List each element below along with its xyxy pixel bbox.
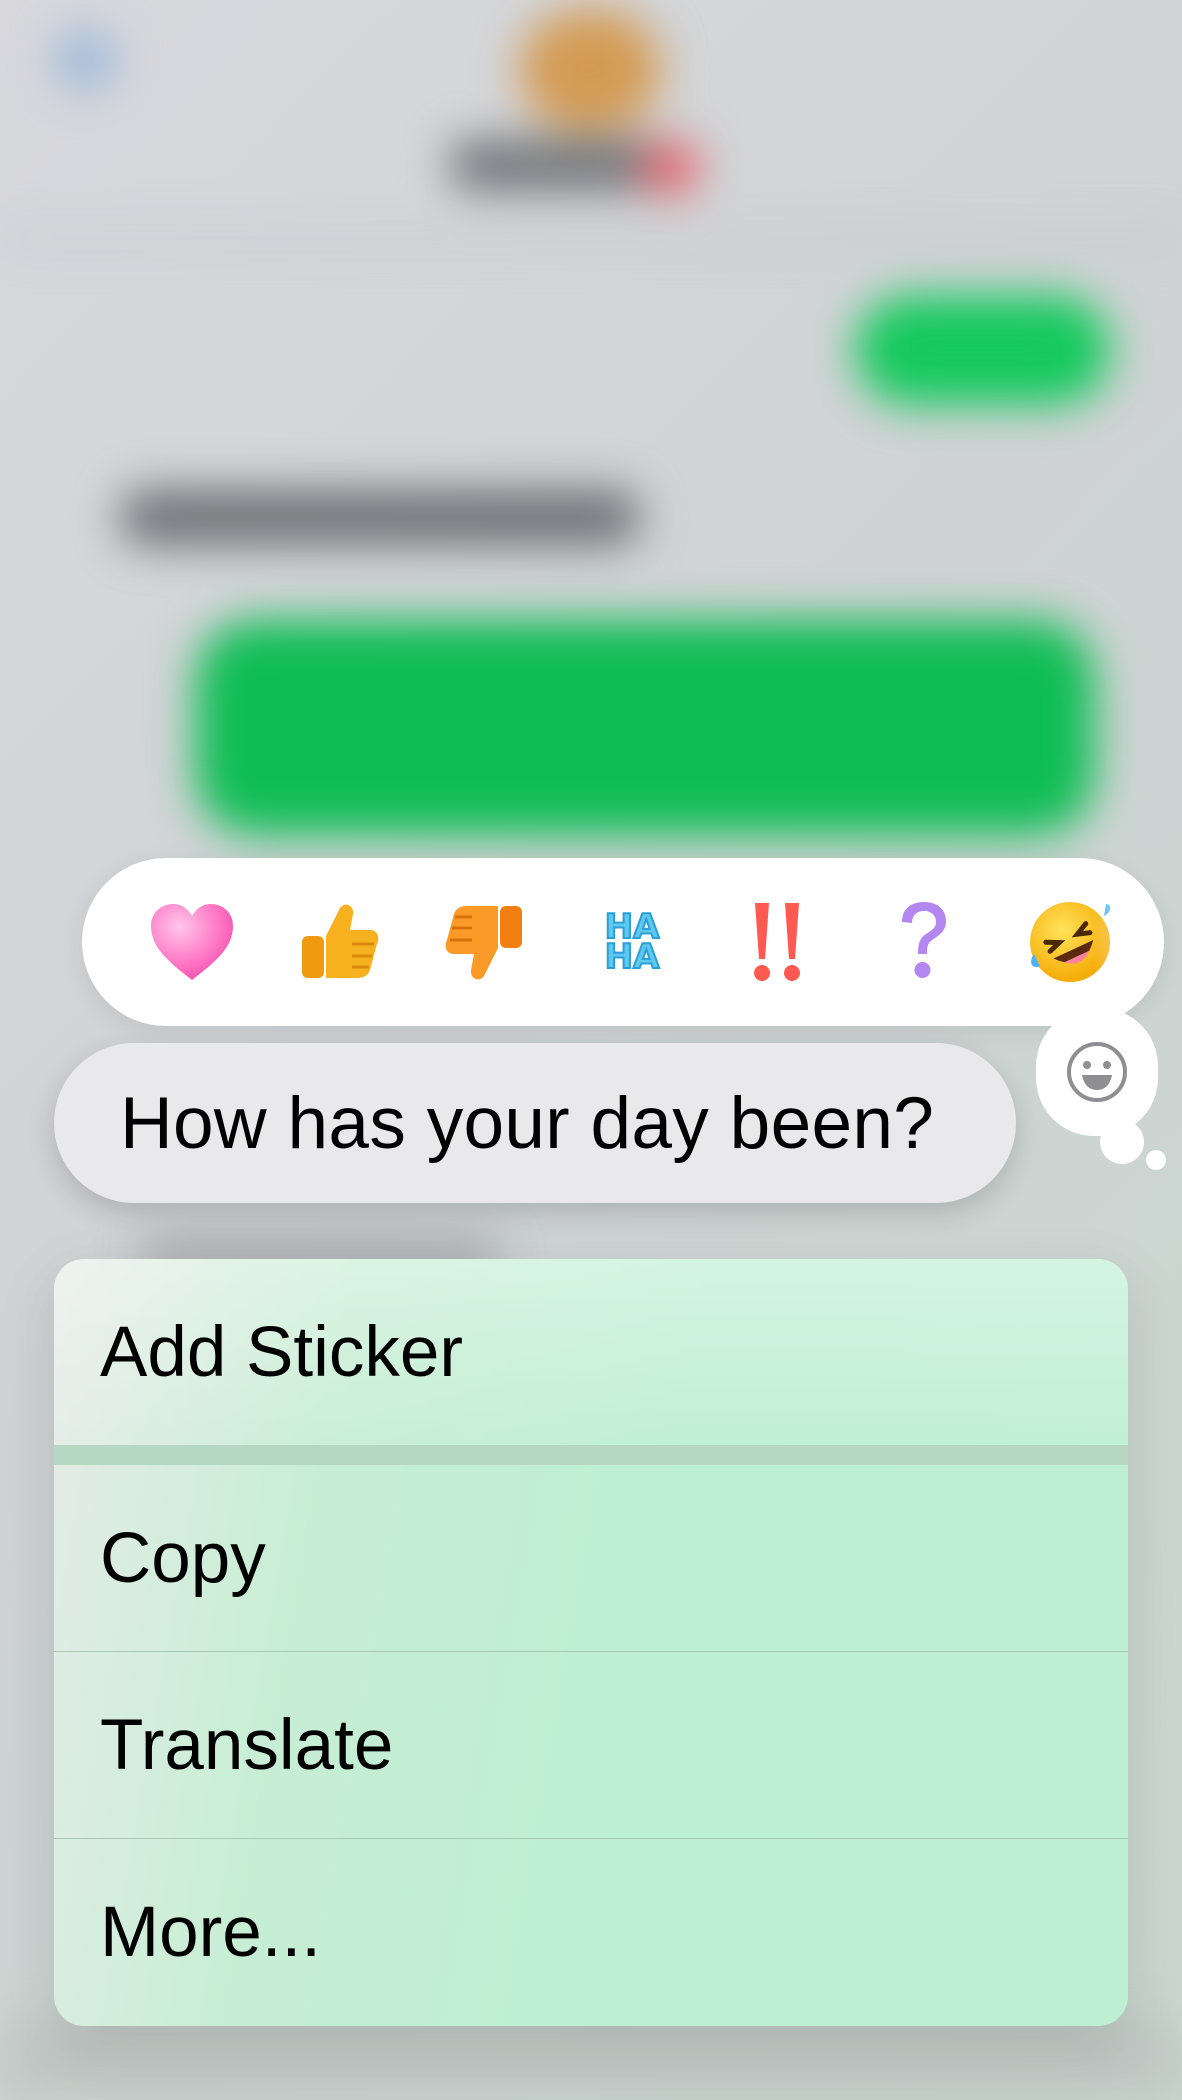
heart-reaction-button[interactable] [134,884,250,1000]
sent-message-bubble-large [195,620,1095,835]
smiley-add-icon [1067,1042,1127,1102]
thumbs-up-reaction-button[interactable] [280,884,396,1000]
contact-avatar [520,10,660,130]
back-chevron-icon [55,30,115,90]
contact-name-blurred [450,140,660,190]
translate-label: Translate [100,1705,394,1785]
translate-menu-item[interactable]: Translate [54,1652,1128,1838]
reaction-bar: HA HA [82,858,1164,1026]
message-context-menu: Add Sticker Copy Translate More... [54,1259,1128,2026]
thumbs-down-icon [445,906,522,980]
reaction-bar-fade [1094,858,1164,1026]
question-reaction-button[interactable] [866,884,982,1000]
input-bar-blurred [0,2020,1182,2100]
add-sticker-label: Add Sticker [100,1312,464,1392]
thought-bubble-tail-small [1146,1150,1166,1170]
thought-bubble-tail [1100,1120,1144,1164]
exclamation-reaction-button[interactable] [720,884,836,1000]
message-text: How has your day been? [120,1082,935,1164]
more-menu-item[interactable]: More... [54,1839,1128,2026]
double-exclamation-icon [754,903,800,981]
copy-menu-item[interactable]: Copy [54,1465,1128,1651]
thumbs-up-icon [302,904,379,978]
contact-badge [640,140,700,195]
heart-icon [151,904,233,980]
more-label: More... [100,1893,321,1972]
haha-reaction-button[interactable]: HA HA [574,884,690,1000]
copy-label: Copy [100,1518,266,1598]
haha-icon: HA HA [604,907,661,977]
menu-group-separator [54,1445,1128,1465]
add-sticker-menu-item[interactable]: Add Sticker [54,1259,1128,1445]
header-divider [0,235,1182,241]
question-mark-icon [902,902,946,978]
timestamp-blurred [120,490,640,545]
sent-message-bubble [855,295,1110,405]
thumbs-down-reaction-button[interactable] [428,884,544,1000]
selected-message-bubble[interactable]: How has your day been? [54,1043,1016,1203]
add-reaction-button[interactable] [1036,1008,1158,1136]
